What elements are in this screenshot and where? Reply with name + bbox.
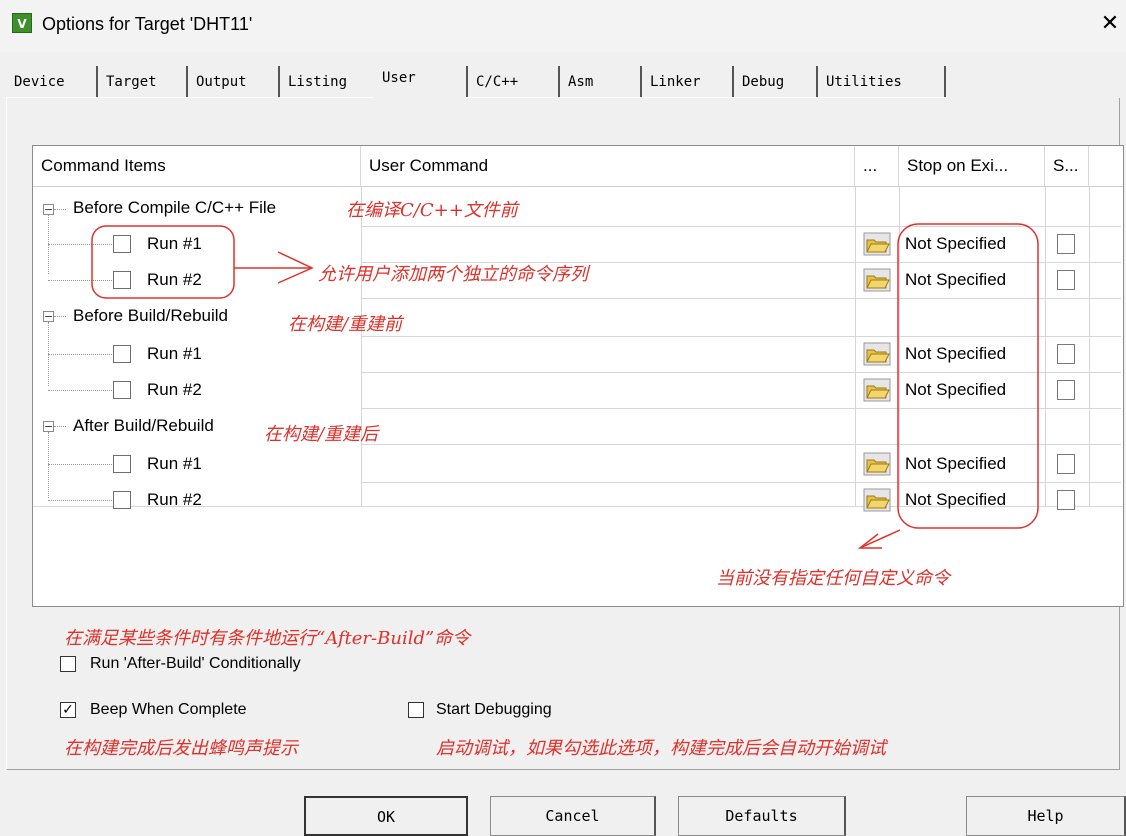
note-before-compile: 在编译C/C++文件前 bbox=[346, 200, 518, 221]
note-before-build: 在构建/重建前 bbox=[288, 314, 403, 335]
run-after-build-checkbox[interactable] bbox=[60, 656, 76, 672]
help-button[interactable]: Help bbox=[966, 796, 1126, 836]
note-no-custom-commands: 当前没有指定任何自定义命令 bbox=[716, 568, 950, 589]
beep-when-complete-label[interactable]: Beep When Complete bbox=[90, 700, 247, 720]
defaults-button[interactable]: Defaults bbox=[678, 796, 846, 836]
note-two-sequences: 允许用户添加两个独立的命令序列 bbox=[318, 264, 588, 285]
stop-values-highlight-box bbox=[897, 223, 1039, 529]
ok-button[interactable]: OK bbox=[304, 796, 468, 836]
arrow-icon bbox=[857, 529, 901, 549]
beep-when-complete-checkbox[interactable]: ✓ bbox=[60, 702, 76, 718]
note-conditional: 在满足某些条件时有条件地运行“After-Build”命令 bbox=[64, 628, 471, 649]
start-debugging-label[interactable]: Start Debugging bbox=[436, 700, 552, 720]
arrow-icon bbox=[234, 251, 314, 284]
note-start-debugging: 启动调试，如果勾选此选项，构建完成后会自动开始调试 bbox=[436, 738, 886, 759]
runs-highlight-box bbox=[91, 225, 235, 299]
tab-user[interactable]: User bbox=[374, 62, 466, 98]
cancel-button[interactable]: Cancel bbox=[490, 796, 656, 836]
start-debugging-checkbox[interactable] bbox=[408, 702, 424, 718]
note-beep: 在构建完成后发出蜂鸣声提示 bbox=[64, 738, 298, 759]
run-after-build-label[interactable]: Run 'After-Build' Conditionally bbox=[90, 654, 301, 674]
note-after-build: 在构建/重建后 bbox=[264, 424, 379, 445]
